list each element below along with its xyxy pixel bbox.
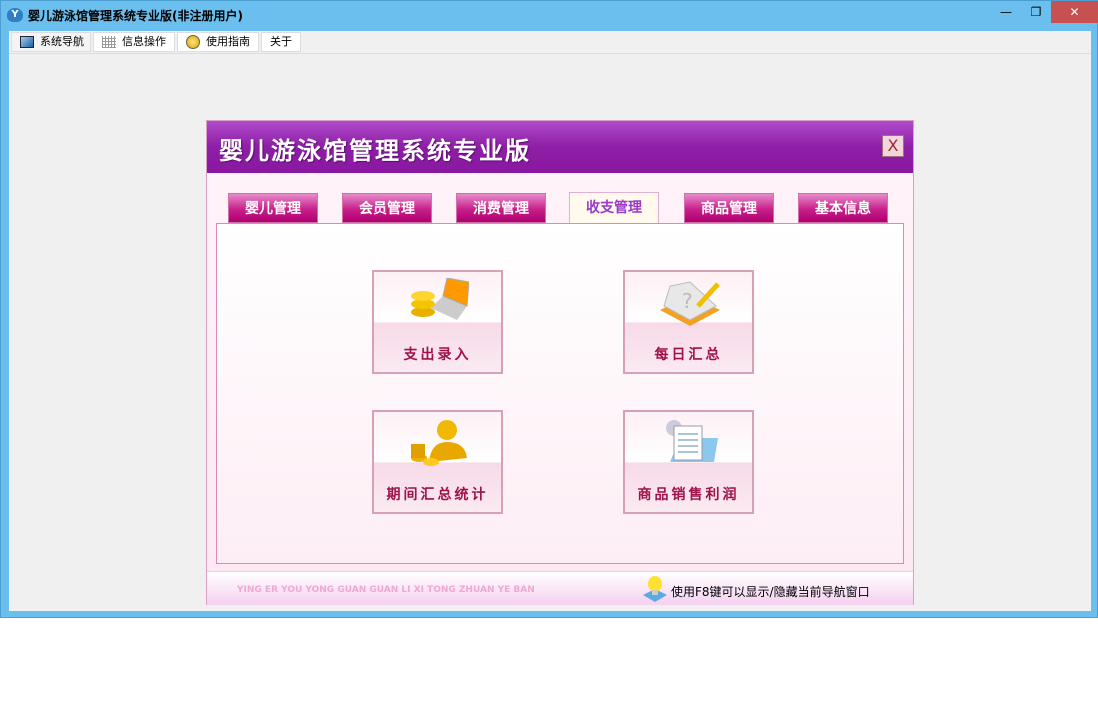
daily-summary-button[interactable]: ? 每日汇总	[623, 270, 754, 374]
menu-label: 信息操作	[122, 35, 166, 48]
button-label: 商品销售利润	[637, 487, 740, 503]
menu-label: 系统导航	[40, 35, 84, 48]
menu-info-ops[interactable]: 信息操作	[93, 32, 175, 52]
monitor-icon	[20, 36, 34, 48]
button-label: 期间汇总统计	[386, 487, 489, 503]
svg-text:?: ?	[682, 289, 693, 313]
restore-button[interactable]: ❐	[1021, 1, 1051, 23]
tab-income-expense[interactable]: 收支管理	[569, 192, 659, 224]
dialog-close-button[interactable]: X	[882, 135, 904, 157]
menu-about[interactable]: 关于	[261, 32, 301, 52]
title-bar: Y 婴儿游泳馆管理系统专业版(非注册用户) — ❐ ✕	[1, 1, 1098, 30]
tab-baby-management[interactable]: 婴儿管理	[228, 193, 318, 223]
help-icon	[186, 35, 200, 49]
button-label: 每日汇总	[654, 347, 723, 363]
footer-pinyin: YING ER YOU YONG GUAN GUAN LI XI TONG ZH…	[237, 585, 535, 595]
dialog-footer: YING ER YOU YONG GUAN GUAN LI XI TONG ZH…	[207, 571, 913, 605]
notebook-pencil-icon: ?	[660, 281, 720, 326]
navigation-dialog: 婴儿游泳馆管理系统专业版 X 婴儿管理 会员管理 消费管理 收支管理 商品管理 …	[206, 120, 914, 605]
footer-hint: 使用F8键可以显示/隐藏当前导航窗口	[671, 585, 870, 599]
tab-goods-management[interactable]: 商品管理	[684, 193, 774, 223]
tab-member-management[interactable]: 会员管理	[342, 193, 432, 223]
tab-basic-info[interactable]: 基本信息	[798, 193, 888, 223]
close-button[interactable]: ✕	[1051, 1, 1098, 23]
window-title: 婴儿游泳馆管理系统专业版(非注册用户)	[28, 9, 243, 23]
nav-toolbar: 系统导航 信息操作 使用指南 关于	[9, 31, 1091, 53]
menu-label: 使用指南	[206, 35, 250, 48]
goods-sales-profit-button[interactable]: 商品销售利润	[623, 410, 754, 514]
button-label: 支出录入	[403, 347, 472, 363]
coins-laptop-icon	[411, 278, 469, 320]
expense-entry-button[interactable]: 支出录入	[372, 270, 503, 374]
minimize-button[interactable]: —	[991, 1, 1021, 23]
menu-system-nav[interactable]: 系统导航	[11, 32, 91, 52]
user-coins-icon	[411, 420, 467, 466]
lightbulb-icon	[643, 576, 667, 602]
document-folder-icon	[666, 420, 718, 462]
menu-user-guide[interactable]: 使用指南	[177, 32, 259, 52]
dialog-title: 婴儿游泳馆管理系统专业版	[219, 137, 531, 165]
period-summary-button[interactable]: 期间汇总统计	[372, 410, 503, 514]
app-logo-icon: Y	[7, 8, 23, 22]
grid-icon	[102, 36, 116, 48]
dialog-header: 婴儿游泳馆管理系统专业版 X	[207, 121, 913, 173]
tab-panel: 支出录入 ? 每日汇总 期间汇总统计 商品销售利润	[216, 223, 904, 564]
tab-consumption-management[interactable]: 消费管理	[456, 193, 546, 223]
